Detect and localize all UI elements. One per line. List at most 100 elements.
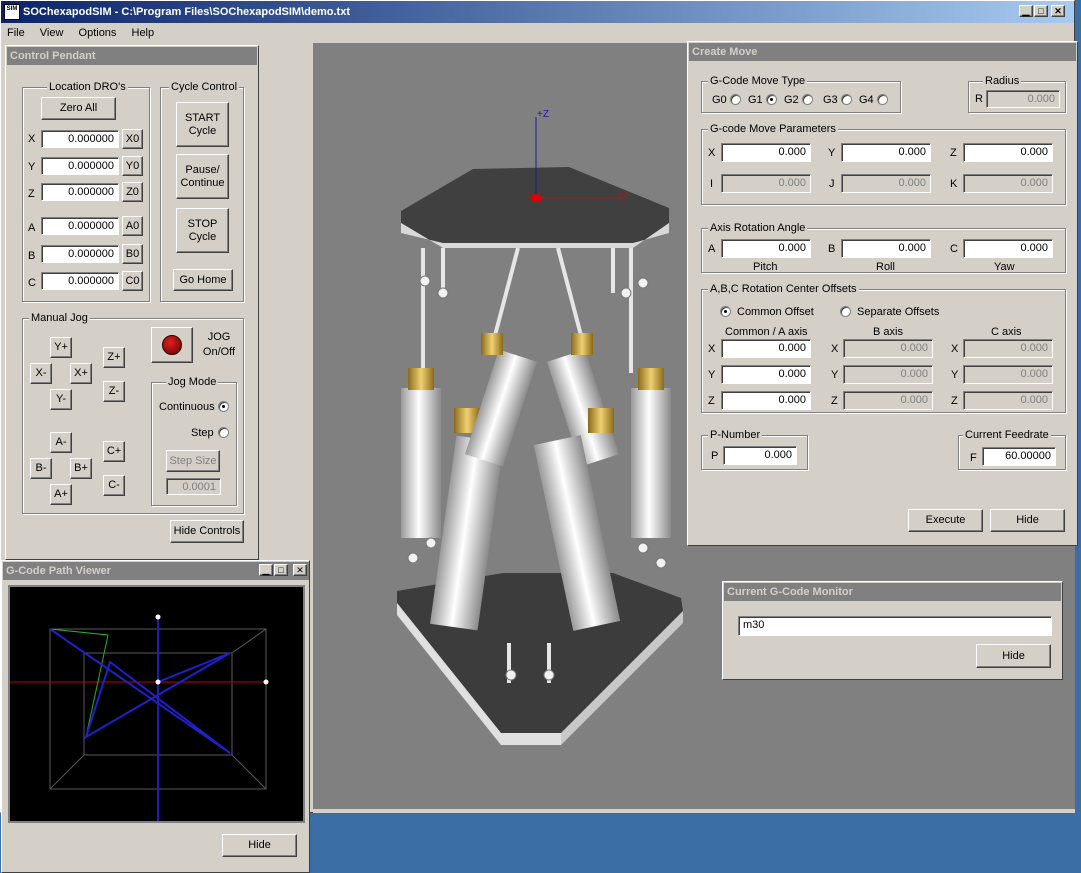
jog-a-plus-button[interactable]: A+ — [50, 484, 72, 505]
jog-x-plus-button[interactable]: X+ — [70, 363, 92, 384]
jog-c-plus-button[interactable]: C+ — [103, 441, 125, 462]
offset-b-y-field[interactable]: 0.000 — [843, 365, 933, 384]
a0-button[interactable]: A0 — [122, 216, 143, 236]
separate-offsets-radio[interactable] — [840, 306, 851, 317]
step-size-field[interactable]: 0.0001 — [166, 478, 221, 495]
jog-y-plus-button[interactable]: Y+ — [50, 337, 72, 358]
rotation-label: Axis Rotation Angle — [708, 222, 808, 234]
g4-label: G4 — [859, 94, 874, 106]
offset-c-z-field[interactable]: 0.000 — [963, 391, 1053, 410]
off-b-z-label: Z — [831, 395, 838, 407]
offset-c-x-field[interactable]: 0.000 — [963, 339, 1053, 358]
g4-radio[interactable] — [877, 94, 888, 105]
rot-a-label: A — [708, 243, 716, 255]
jog-onoff-button[interactable] — [151, 327, 193, 363]
pnumber-label: P-Number — [708, 429, 763, 441]
jog-z-plus-button[interactable]: Z+ — [103, 347, 125, 368]
feedrate-field[interactable]: 60.00000 — [982, 447, 1056, 466]
radius-label: Radius — [983, 75, 1022, 87]
hide-controls-button[interactable]: Hide Controls — [170, 520, 244, 543]
step-radio[interactable] — [218, 427, 229, 438]
common-offset-radio[interactable] — [720, 306, 731, 317]
create-move-titlebar: Create Move — [689, 43, 1076, 61]
move-params-label: G-code Move Parameters — [708, 123, 838, 135]
b0-button[interactable]: B0 — [122, 244, 143, 264]
jog-c-minus-button[interactable]: C- — [103, 475, 125, 496]
rot-c-label: C — [950, 243, 958, 255]
menu-help[interactable]: Help — [132, 27, 155, 39]
offset-a-x-field[interactable]: 0.000 — [721, 339, 811, 358]
param-i-field[interactable]: 0.000 — [721, 174, 811, 193]
param-y-field[interactable]: 0.000 — [841, 143, 931, 162]
path-viewer-canvas[interactable] — [8, 585, 305, 823]
c0-button[interactable]: C0 — [122, 271, 143, 291]
rot-a-field[interactable]: 0.000 — [721, 239, 811, 258]
jog-x-minus-button[interactable]: X- — [30, 363, 52, 384]
dro-b-label: B — [28, 250, 36, 262]
param-k-field[interactable]: 0.000 — [963, 174, 1053, 193]
menu-options[interactable]: Options — [79, 27, 117, 39]
continuous-label: Continuous — [159, 401, 215, 413]
jog-a-minus-button[interactable]: A- — [50, 432, 72, 453]
location-dro-label: Location DRO's — [47, 81, 128, 93]
step-size-button[interactable]: Step Size — [166, 450, 220, 472]
start-cycle-button[interactable]: START Cycle — [176, 102, 229, 147]
path-viewer-maximize-button[interactable]: □ — [274, 564, 288, 576]
dro-z-field[interactable]: 0.000000 — [41, 183, 119, 201]
jog-b-plus-button[interactable]: B+ — [70, 458, 92, 479]
menu-view[interactable]: View — [40, 27, 64, 39]
param-j-label: J — [829, 178, 835, 190]
create-move-hide-button[interactable]: Hide — [990, 509, 1065, 532]
z0-button[interactable]: Z0 — [122, 182, 143, 202]
path-viewer-hide-button[interactable]: Hide — [222, 834, 297, 857]
jog-z-minus-button[interactable]: Z- — [103, 381, 125, 402]
y-axis-label: +Y — [539, 169, 550, 179]
gcode-monitor-hide-button[interactable]: Hide — [976, 644, 1051, 668]
maximize-button[interactable]: □ — [1034, 5, 1048, 17]
dro-x-field[interactable]: 0.000000 — [41, 130, 119, 148]
zero-all-button[interactable]: Zero All — [41, 97, 116, 120]
origin-marker — [530, 194, 542, 202]
stop-cycle-button[interactable]: STOP Cycle — [176, 208, 229, 253]
param-z-field[interactable]: 0.000 — [963, 143, 1053, 162]
jog-y-minus-button[interactable]: Y- — [50, 389, 72, 410]
continuous-radio[interactable] — [218, 401, 229, 412]
jog-b-minus-button[interactable]: B- — [30, 458, 52, 479]
dro-a-field[interactable]: 0.000000 — [41, 217, 119, 235]
gcode-monitor-field[interactable]: m30 — [738, 616, 1052, 636]
radius-axis-label: R — [975, 93, 983, 105]
go-home-button[interactable]: Go Home — [173, 269, 233, 291]
x0-button[interactable]: X0 — [122, 129, 143, 149]
close-button[interactable]: ✕ — [1051, 5, 1065, 17]
offset-a-z-field[interactable]: 0.000 — [721, 391, 811, 410]
rot-b-field[interactable]: 0.000 — [841, 239, 931, 258]
viewport-bottom-border — [313, 809, 1075, 813]
y0-button[interactable]: Y0 — [122, 156, 143, 176]
pnumber-field[interactable]: 0.000 — [723, 446, 797, 465]
execute-button[interactable]: Execute — [908, 509, 983, 532]
offset-c-y-field[interactable]: 0.000 — [963, 365, 1053, 384]
col-c-header: C axis — [991, 326, 1022, 338]
dro-b-field[interactable]: 0.000000 — [41, 245, 119, 263]
dro-y-field[interactable]: 0.000000 — [41, 157, 119, 175]
dro-x-label: X — [28, 133, 36, 145]
dro-c-field[interactable]: 0.000000 — [41, 272, 119, 290]
g1-radio[interactable] — [766, 94, 777, 105]
radius-field[interactable]: 0.000 — [986, 90, 1060, 108]
param-x-field[interactable]: 0.000 — [721, 143, 811, 162]
menu-file[interactable]: File — [7, 27, 25, 39]
pause-continue-button[interactable]: Pause/ Continue — [176, 154, 229, 199]
path-viewer-close-button[interactable]: ✕ — [293, 564, 307, 576]
rot-c-field[interactable]: 0.000 — [963, 239, 1053, 258]
gcode-monitor-titlebar: Current G-Code Monitor — [724, 583, 1061, 601]
g0-radio[interactable] — [730, 94, 741, 105]
g3-radio[interactable] — [841, 94, 852, 105]
minimize-button[interactable]: ▁ — [1019, 5, 1033, 17]
offset-b-x-field[interactable]: 0.000 — [843, 339, 933, 358]
offset-a-y-field[interactable]: 0.000 — [721, 365, 811, 384]
param-j-field[interactable]: 0.000 — [841, 174, 931, 193]
offset-b-z-field[interactable]: 0.000 — [843, 391, 933, 410]
g2-radio[interactable] — [802, 94, 813, 105]
path-viewer-minimize-button[interactable]: ▁ — [259, 564, 273, 576]
dro-c-label: C — [28, 277, 36, 289]
